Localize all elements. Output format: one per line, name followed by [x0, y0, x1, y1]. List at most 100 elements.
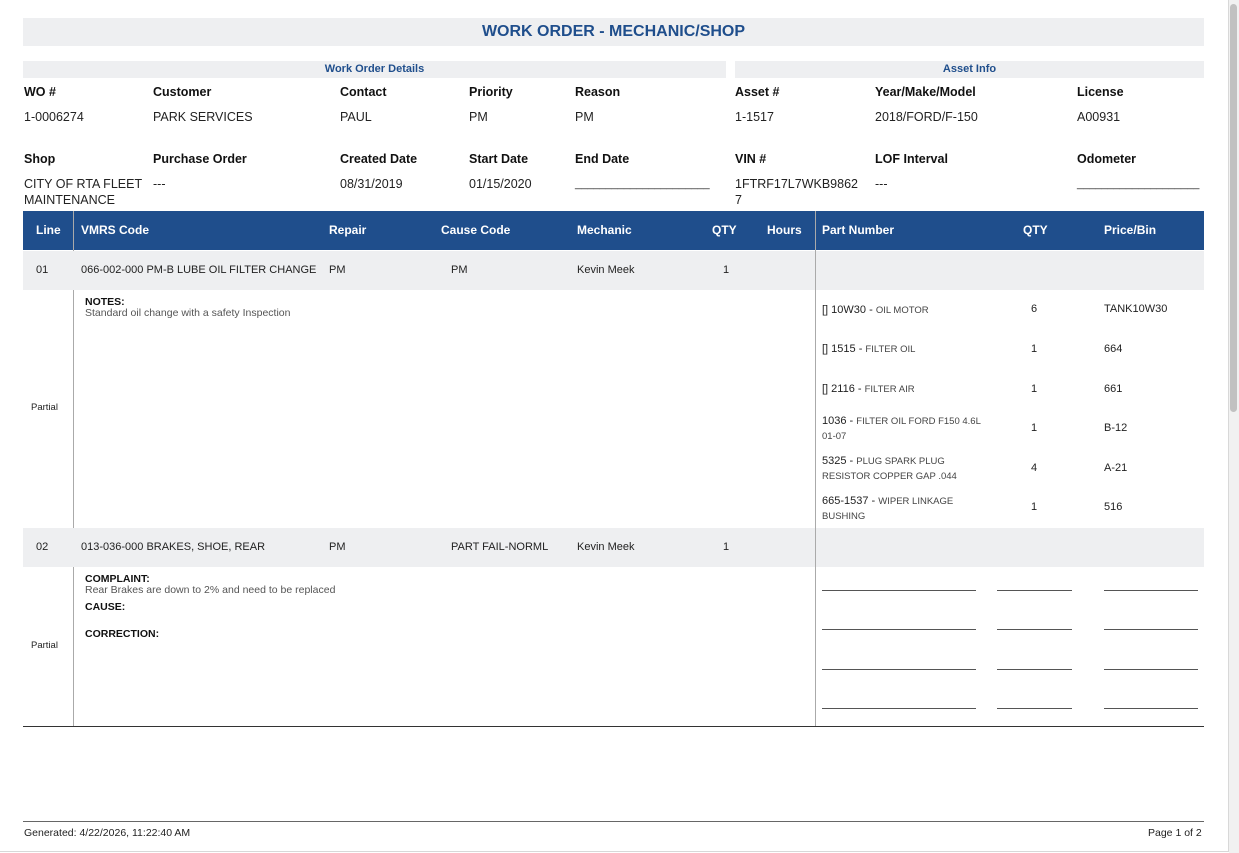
document-page: WORK ORDER - MECHANIC/SHOP Work Order De… — [0, 0, 1229, 852]
line-number: 01 — [36, 264, 49, 276]
part-number: 5325 - PLUG SPARK PLUG RESISTOR COPPER G… — [822, 455, 957, 482]
shop-value-line1: CITY OF RTA FLEET — [24, 177, 143, 191]
status-label: Partial — [31, 402, 58, 413]
blank-part-line — [822, 708, 976, 709]
part-qty: 1 — [1031, 422, 1038, 434]
reason-value: PM — [575, 110, 594, 124]
priority-label: Priority — [469, 85, 513, 99]
mechanic-value: Kevin Meek — [577, 541, 635, 553]
col-vmrs-code: VMRS Code — [81, 223, 150, 237]
end-date-value: ______________________ — [575, 178, 710, 190]
asset-number-label: Asset # — [735, 85, 780, 99]
notes-text: Standard oil change with a safety Inspec… — [85, 307, 291, 319]
scrollbar-thumb[interactable] — [1230, 4, 1237, 412]
part-number: [] 1515 - FILTER OIL — [822, 343, 916, 355]
qty-value: 1 — [723, 264, 730, 276]
table-bottom-border — [23, 726, 1204, 727]
col-qty: QTY — [712, 223, 737, 237]
start-date-label: Start Date — [469, 152, 529, 166]
repair-value: PM — [329, 264, 346, 276]
page-number: Page 1 of 2 — [1148, 827, 1202, 839]
col-line: Line — [36, 223, 61, 237]
line-number: 02 — [36, 541, 49, 553]
shop-label: Shop — [24, 152, 56, 166]
shop-value-line2: MAINTENANCE — [24, 193, 115, 207]
part-bin: 661 — [1104, 383, 1123, 395]
blank-bin-line — [1104, 590, 1198, 591]
repair-value: PM — [329, 541, 346, 553]
vmrs-code: 013-036-000 BRAKES, SHOE, REAR — [81, 541, 266, 553]
vin-value-line2: 7 — [735, 193, 742, 207]
license-label: License — [1077, 85, 1124, 99]
contact-label: Contact — [340, 85, 387, 99]
correction-label: CORRECTION: — [85, 628, 160, 640]
part-number: 1036 - FILTER OIL FORD F150 4.6L 01-07 — [822, 415, 981, 442]
vmrs-code: 066-002-000 PM-B LUBE OIL FILTER CHANGE — [81, 264, 317, 276]
customer-value: PARK SERVICES — [153, 110, 253, 124]
part-qty: 4 — [1031, 462, 1038, 474]
parts-row-shade — [816, 528, 1204, 567]
part-bin: B-12 — [1104, 422, 1128, 434]
purchase-order-label: Purchase Order — [153, 152, 247, 166]
complaint-text: Rear Brakes are down to 2% and need to b… — [85, 584, 336, 596]
part-bin: 516 — [1104, 501, 1123, 513]
part-qty: 1 — [1031, 383, 1038, 395]
work-order-details-heading: Work Order Details — [23, 61, 726, 78]
part-number: 665-1537 - WIPER LINKAGE BUSHING — [822, 495, 954, 522]
year-make-model-value: 2018/FORD/F-150 — [875, 110, 978, 124]
license-value: A00931 — [1077, 110, 1121, 124]
cause-code-value: PM — [451, 264, 468, 276]
purchase-order-value: --- — [153, 177, 166, 191]
created-date-label: Created Date — [340, 152, 418, 166]
priority-value: PM — [469, 110, 488, 124]
blank-qty-line — [997, 629, 1072, 630]
blank-part-line — [822, 669, 976, 670]
part-number: [] 2116 - FILTER AIR — [822, 383, 915, 395]
document-title: WORK ORDER - MECHANIC/SHOP — [23, 18, 1204, 46]
col-repair: Repair — [329, 223, 367, 237]
wo-number-label: WO # — [24, 85, 56, 99]
part-bin: 664 — [1104, 343, 1123, 355]
part-number: [] 10W30 - OIL MOTOR — [822, 304, 929, 316]
created-date-value: 08/31/2019 — [340, 177, 403, 191]
mechanic-value: Kevin Meek — [577, 264, 635, 276]
vin-label: VIN # — [735, 152, 767, 166]
cause-code-value: PART FAIL-NORML — [451, 541, 549, 553]
part-bin: A-21 — [1104, 462, 1128, 474]
vin-value-line1: 1FTRF17L7WKB9862 — [735, 177, 858, 191]
part-qty: 1 — [1031, 343, 1038, 355]
asset-info-heading: Asset Info — [735, 61, 1204, 78]
contact-value: PAUL — [340, 110, 372, 124]
part-qty: 1 — [1031, 501, 1038, 513]
wo-number-value: 1-0006274 — [24, 110, 84, 124]
qty-value: 1 — [723, 541, 730, 553]
blank-bin-line — [1104, 708, 1198, 709]
col-mechanic: Mechanic — [577, 223, 632, 237]
blank-qty-line — [997, 708, 1072, 709]
parts-row-shade — [816, 251, 1204, 290]
part-qty: 6 — [1031, 303, 1038, 315]
customer-label: Customer — [153, 85, 212, 99]
col-hours: Hours — [767, 223, 802, 237]
odometer-label: Odometer — [1077, 152, 1137, 166]
col-part-qty: QTY — [1023, 223, 1048, 237]
col-cause-code: Cause Code — [441, 223, 511, 237]
end-date-label: End Date — [575, 152, 630, 166]
lof-interval-label: LOF Interval — [875, 152, 948, 166]
blank-bin-line — [1104, 669, 1198, 670]
odometer-value: ____________________ — [1077, 178, 1200, 190]
blank-bin-line — [1104, 629, 1198, 630]
start-date-value: 01/15/2020 — [469, 177, 532, 191]
lof-interval-value: --- — [875, 177, 888, 191]
blank-qty-line — [997, 669, 1072, 670]
blank-qty-line — [997, 590, 1072, 591]
asset-number-value: 1-1517 — [735, 110, 774, 124]
generated-timestamp: Generated: 4/22/2026, 11:22:40 AM — [24, 827, 191, 839]
blank-part-line — [822, 629, 976, 630]
year-make-model-label: Year/Make/Model — [875, 85, 976, 99]
footer-divider — [23, 821, 1204, 822]
part-bin: TANK10W30 — [1104, 303, 1168, 315]
col-price-bin: Price/Bin — [1104, 223, 1157, 237]
status-label: Partial — [31, 640, 58, 651]
col-part-number: Part Number — [822, 223, 895, 237]
